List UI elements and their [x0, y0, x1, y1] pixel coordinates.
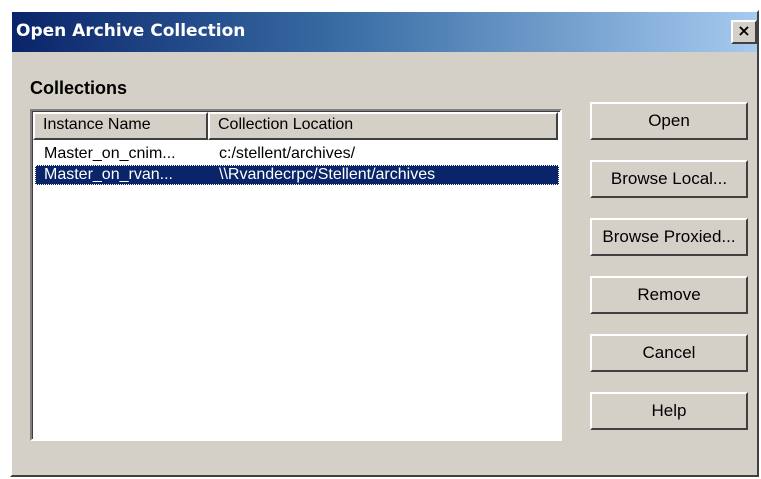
instance-name-cell: Master_on_rvan... — [44, 166, 173, 183]
column-header-collection-location[interactable]: Collection Location — [208, 112, 558, 140]
collections-list-frame: Instance Name Collection Location Master… — [32, 111, 560, 439]
column-header-instance-name[interactable]: Instance Name — [33, 112, 208, 140]
list-item-selected[interactable]: Master_on_rvan... \\Rvandecrpc/Stellent/… — [35, 165, 559, 185]
cancel-button[interactable]: Cancel — [590, 334, 748, 372]
close-button[interactable]: × — [731, 20, 757, 44]
close-icon: × — [737, 21, 751, 40]
list-header: Instance Name Collection Location — [33, 112, 560, 140]
window-title: Open Archive Collection — [16, 21, 246, 41]
collection-location-cell: \\Rvandecrpc/Stellent/archives — [219, 166, 436, 183]
title-bar[interactable]: Open Archive Collection × — [12, 12, 757, 52]
collection-location-cell: c:/stellent/archives/ — [219, 145, 356, 162]
remove-button[interactable]: Remove — [590, 276, 748, 314]
open-button[interactable]: Open — [590, 102, 748, 140]
open-archive-collection-dialog: Open Archive Collection × Collections In… — [10, 10, 759, 477]
collections-label: Collections — [30, 78, 128, 98]
browse-local-button[interactable]: Browse Local... — [590, 160, 748, 198]
help-button[interactable]: Help — [590, 392, 748, 430]
instance-name-cell: Master_on_cnim... — [44, 145, 176, 162]
collections-list[interactable]: Instance Name Collection Location Master… — [30, 109, 562, 441]
browse-proxied-button[interactable]: Browse Proxied... — [590, 218, 748, 256]
list-item[interactable]: Master_on_cnim... c:/stellent/archives/ — [35, 144, 559, 164]
